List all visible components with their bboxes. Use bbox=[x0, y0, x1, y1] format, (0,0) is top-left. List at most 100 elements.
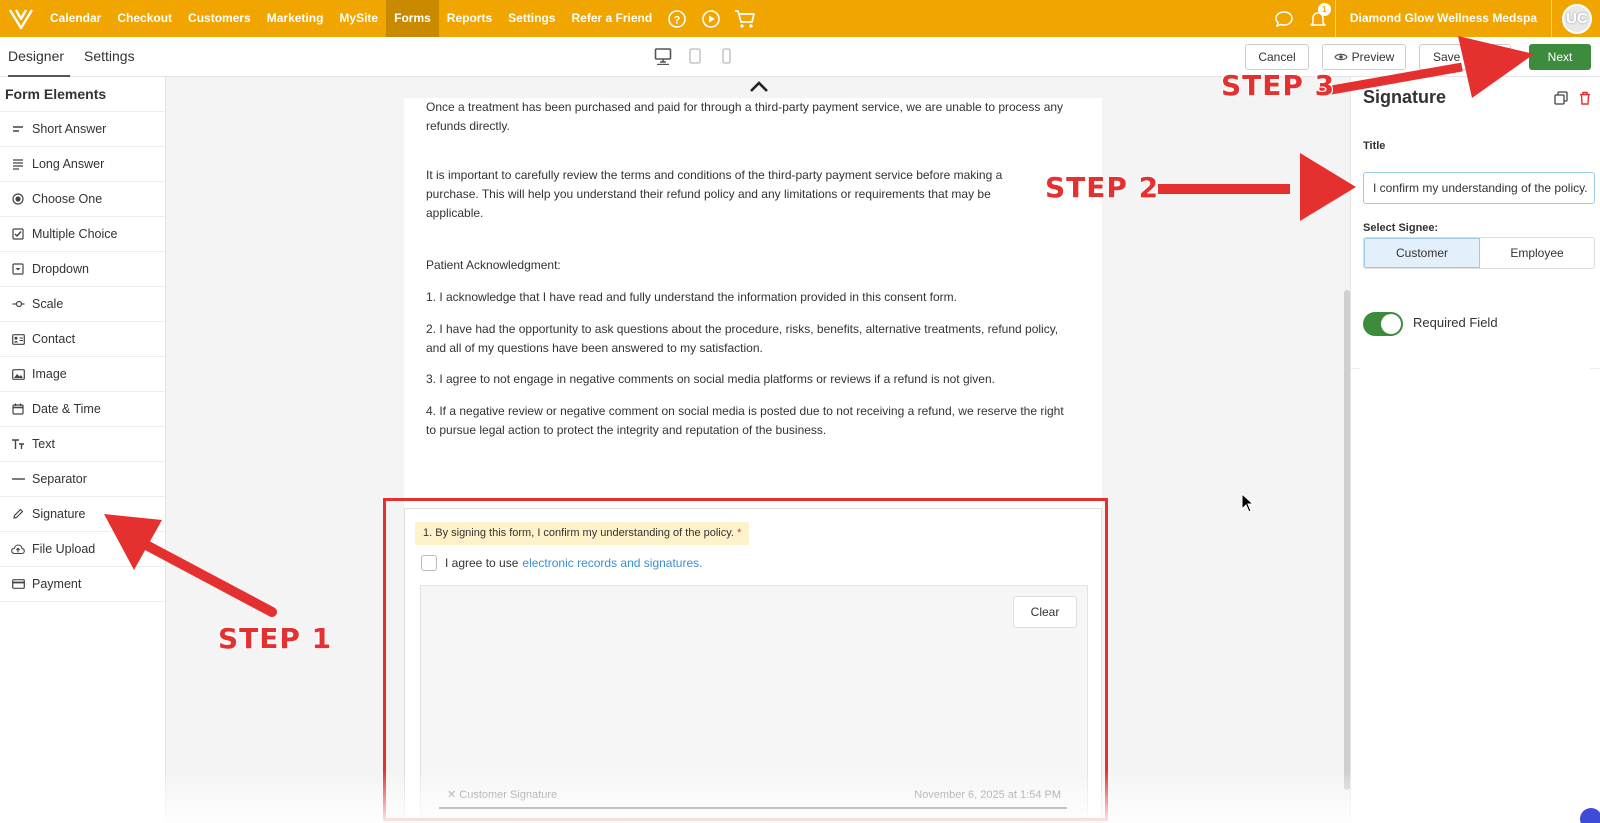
esign-consent-row: I agree to use electronic records and si… bbox=[421, 555, 702, 571]
notifications-bell-icon[interactable]: 1 bbox=[1301, 0, 1335, 37]
text-icon bbox=[11, 437, 25, 451]
element-short-answer[interactable]: Short Answer bbox=[0, 112, 165, 147]
terms-paragraph: It is important to carefully review the … bbox=[426, 168, 1003, 220]
nav-settings[interactable]: Settings bbox=[500, 0, 563, 37]
signee-customer-option[interactable]: Customer bbox=[1364, 238, 1480, 268]
signature-caption-text: Customer Signature bbox=[459, 789, 558, 801]
element-signature[interactable]: Signature bbox=[0, 497, 165, 532]
signature-date: November 6, 2025 at 1:54 PM bbox=[914, 789, 1061, 801]
title-input[interactable]: I confirm my understanding of the policy… bbox=[1363, 172, 1595, 204]
signature-caption: ✕ Customer Signature bbox=[447, 788, 557, 801]
mouse-cursor-icon bbox=[1241, 493, 1255, 513]
radio-icon bbox=[11, 192, 25, 206]
required-field-label: Required Field bbox=[1413, 315, 1498, 330]
element-choose-one[interactable]: Choose One bbox=[0, 182, 165, 217]
help-icon[interactable]: ? bbox=[660, 0, 694, 37]
element-label: Long Answer bbox=[32, 157, 105, 171]
nav-refer-a-friend[interactable]: Refer a Friend bbox=[563, 0, 660, 37]
signature-line bbox=[439, 807, 1067, 809]
image-icon bbox=[11, 367, 25, 381]
properties-panel: Signature Title I confirm my understandi… bbox=[1350, 77, 1600, 823]
next-button[interactable]: Next bbox=[1529, 44, 1591, 70]
tab-settings[interactable]: Settings bbox=[84, 37, 135, 77]
delete-trash-icon[interactable] bbox=[1578, 91, 1592, 105]
element-text[interactable]: Text bbox=[0, 427, 165, 462]
help-widget-icon[interactable] bbox=[1580, 808, 1600, 823]
required-field-toggle[interactable] bbox=[1363, 312, 1403, 336]
avatar[interactable]: UC bbox=[1562, 3, 1592, 34]
element-label: Short Answer bbox=[32, 122, 107, 136]
nav-customers[interactable]: Customers bbox=[180, 0, 259, 37]
element-image[interactable]: Image bbox=[0, 357, 165, 392]
properties-title: Signature bbox=[1363, 87, 1447, 107]
signature-question-text: 1. By signing this form, I confirm my un… bbox=[423, 527, 734, 539]
element-payment[interactable]: Payment bbox=[0, 567, 165, 602]
signature-question-label: 1. By signing this form, I confirm my un… bbox=[415, 522, 750, 545]
element-label: File Upload bbox=[32, 542, 96, 556]
preview-button[interactable]: Preview bbox=[1322, 44, 1406, 70]
element-scale[interactable]: Scale bbox=[0, 287, 165, 322]
step3-annotation: STEP 3 bbox=[1221, 69, 1336, 102]
signee-employee-option[interactable]: Employee bbox=[1480, 238, 1594, 268]
chat-icon[interactable] bbox=[1267, 0, 1301, 37]
cloud-upload-icon bbox=[11, 542, 25, 556]
nav-forms[interactable]: Forms bbox=[386, 0, 439, 37]
clear-signature-button[interactable]: Clear bbox=[1013, 596, 1077, 628]
nav-reports[interactable]: Reports bbox=[439, 0, 500, 37]
element-label: Image bbox=[32, 367, 67, 381]
desktop-view-icon[interactable] bbox=[654, 47, 672, 65]
cart-icon[interactable] bbox=[728, 0, 762, 37]
pen-icon bbox=[11, 507, 25, 521]
element-date-time[interactable]: Date & Time bbox=[0, 392, 165, 427]
nav-marketing[interactable]: Marketing bbox=[259, 0, 332, 37]
element-label: Scale bbox=[32, 297, 64, 311]
contact-card-icon bbox=[11, 332, 25, 346]
form-elements-title: Form Elements bbox=[0, 77, 165, 112]
required-asterisk: * bbox=[737, 527, 742, 539]
duplicate-icon[interactable] bbox=[1554, 91, 1568, 105]
signature-field-card[interactable]: 1. By signing this form, I confirm my un… bbox=[404, 508, 1102, 823]
app-logo-icon[interactable] bbox=[0, 0, 42, 37]
acknowledgment-item-2: 2. I have had the opportunity to ask que… bbox=[426, 322, 1059, 355]
element-long-answer[interactable]: Long Answer bbox=[0, 147, 165, 182]
tablet-view-icon[interactable] bbox=[686, 47, 704, 65]
short-answer-icon bbox=[11, 122, 25, 136]
svg-text:?: ? bbox=[674, 14, 681, 26]
cancel-button[interactable]: Cancel bbox=[1245, 44, 1309, 70]
element-file-upload[interactable]: File Upload bbox=[0, 532, 165, 567]
acknowledgment-heading: Patient Acknowledgment: bbox=[426, 258, 561, 272]
element-label: Contact bbox=[32, 332, 76, 346]
nav-checkout[interactable]: Checkout bbox=[109, 0, 180, 37]
preview-label: Preview bbox=[1351, 50, 1395, 64]
acknowledgment-item-3: 3. I agree to not engage in negative com… bbox=[426, 372, 995, 386]
esign-consent-checkbox[interactable] bbox=[421, 555, 437, 571]
scale-icon bbox=[11, 297, 25, 311]
element-dropdown[interactable]: Dropdown bbox=[0, 252, 165, 287]
signature-pad[interactable]: Clear ✕ Customer Signature November 6, 2… bbox=[420, 585, 1088, 823]
mobile-view-icon[interactable] bbox=[717, 47, 735, 65]
separator-icon bbox=[11, 472, 25, 486]
select-signee-label: Select Signee: bbox=[1363, 222, 1439, 234]
nav-calendar[interactable]: Calendar bbox=[42, 0, 109, 37]
designer-toolbar: Designer Settings Cancel Preview Save as… bbox=[0, 37, 1600, 77]
signee-selector: Customer Employee bbox=[1363, 237, 1595, 269]
long-answer-icon bbox=[11, 157, 25, 171]
esign-terms-link[interactable]: electronic records and signatures. bbox=[522, 556, 702, 570]
element-label: Text bbox=[32, 437, 55, 451]
panel-divider bbox=[1351, 368, 1600, 369]
tab-designer[interactable]: Designer bbox=[8, 37, 70, 77]
element-separator[interactable]: Separator bbox=[0, 462, 165, 497]
credit-card-icon bbox=[11, 577, 25, 591]
nav-mysite[interactable]: MySite bbox=[331, 0, 386, 37]
save-as-button[interactable]: Save as bbox=[1419, 44, 1511, 70]
collapse-chevron-up-icon[interactable] bbox=[748, 80, 770, 94]
acknowledgment-item-4: 4. If a negative review or negative comm… bbox=[426, 404, 1064, 437]
eye-icon bbox=[1333, 53, 1348, 61]
dropdown-icon bbox=[11, 262, 25, 276]
element-label: Multiple Choice bbox=[32, 227, 118, 241]
element-multiple-choice[interactable]: Multiple Choice bbox=[0, 217, 165, 252]
play-video-icon[interactable] bbox=[694, 0, 728, 37]
business-name[interactable]: Diamond Glow Wellness Medspa bbox=[1334, 0, 1552, 37]
close-icon: ✕ bbox=[447, 789, 460, 801]
element-contact[interactable]: Contact bbox=[0, 322, 165, 357]
